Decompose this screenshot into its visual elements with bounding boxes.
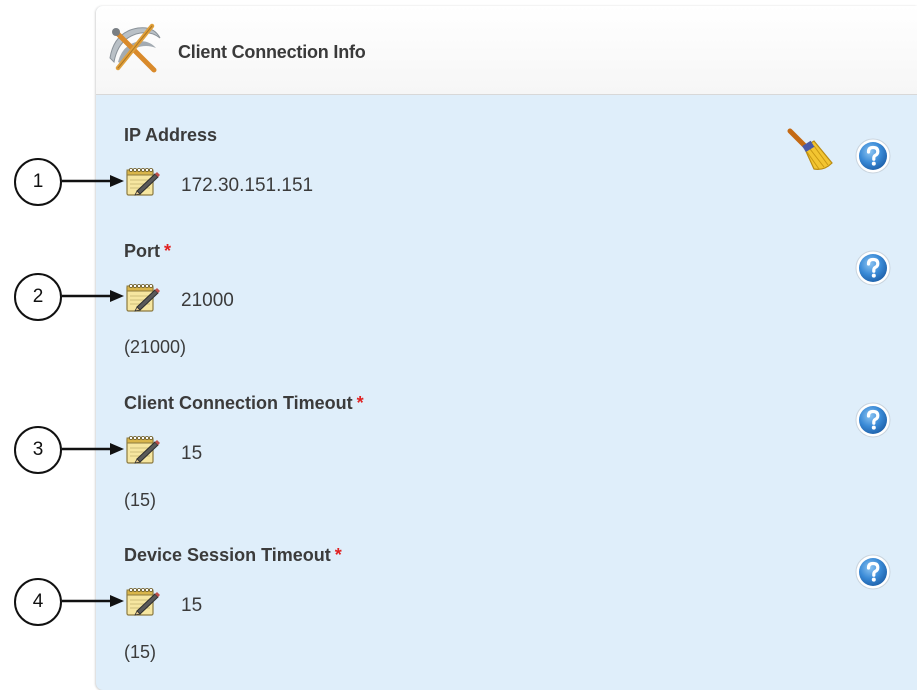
client-connection-timeout-value[interactable]: 15 bbox=[181, 443, 202, 465]
broom-icon[interactable] bbox=[784, 125, 836, 173]
screenshot-stage: Client Connection Info IP Address 172.30… bbox=[0, 0, 917, 690]
callout-number: 1 bbox=[14, 158, 62, 206]
edit-icon[interactable] bbox=[124, 433, 160, 465]
required-mark: * bbox=[164, 241, 172, 261]
field-label: Port * bbox=[124, 241, 172, 261]
callout-4: 4 bbox=[14, 578, 62, 626]
device-session-timeout-value[interactable]: 15 bbox=[181, 595, 202, 617]
port-default: (21000) bbox=[124, 337, 187, 357]
help-icon[interactable] bbox=[854, 401, 892, 439]
field-label: Client Connection Timeout * bbox=[124, 393, 364, 413]
edit-icon[interactable] bbox=[124, 281, 160, 313]
edit-icon[interactable] bbox=[124, 165, 160, 197]
device-session-timeout-default: (15) bbox=[124, 642, 157, 662]
callout-1: 1 bbox=[14, 158, 62, 206]
panel-header: Client Connection Info bbox=[96, 6, 917, 95]
callout-arrow-icon bbox=[62, 290, 124, 302]
callout-arrow-icon bbox=[62, 175, 124, 187]
ip-address-value[interactable]: 172.30.151.151 bbox=[181, 175, 313, 197]
field-label: Device Session Timeout * bbox=[124, 545, 342, 565]
callout-number: 2 bbox=[14, 273, 62, 321]
field-label: IP Address bbox=[124, 125, 218, 145]
callout-number: 3 bbox=[14, 426, 62, 474]
panel-body: IP Address 172.30.151.151 Port * 21000 (2… bbox=[96, 95, 917, 690]
callout-3: 3 bbox=[14, 426, 62, 474]
required-mark: * bbox=[334, 545, 342, 565]
callout-arrow-icon bbox=[62, 595, 124, 607]
tools-icon bbox=[109, 23, 161, 73]
port-value[interactable]: 21000 bbox=[181, 290, 234, 312]
client-connection-timeout-default: (15) bbox=[124, 490, 157, 510]
required-mark: * bbox=[356, 393, 364, 413]
help-icon[interactable] bbox=[854, 249, 892, 287]
panel-title: Client Connection Info bbox=[178, 42, 366, 62]
edit-icon[interactable] bbox=[124, 585, 160, 617]
callout-arrow-icon bbox=[62, 443, 124, 455]
help-icon[interactable] bbox=[854, 553, 892, 591]
client-connection-panel: Client Connection Info IP Address 172.30… bbox=[96, 6, 917, 690]
help-icon[interactable] bbox=[854, 137, 892, 175]
callout-2: 2 bbox=[14, 273, 62, 321]
callout-number: 4 bbox=[14, 578, 62, 626]
